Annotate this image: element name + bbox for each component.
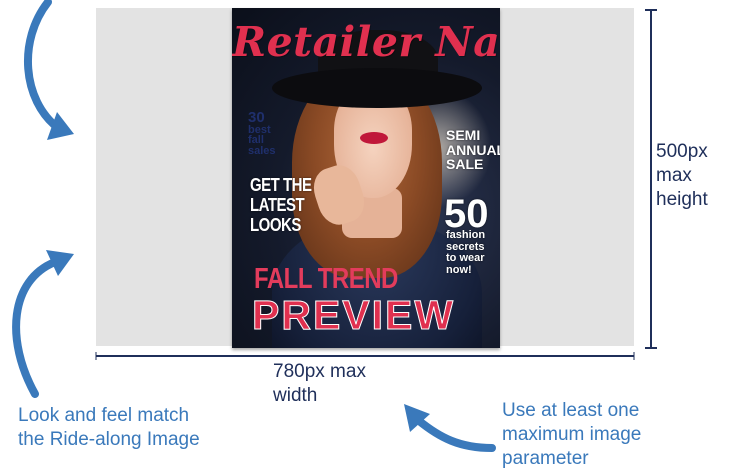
- arrow-bottom-right-icon: [404, 404, 496, 452]
- caption-right-line: Use at least one: [502, 400, 640, 421]
- caption-left-line: the Ride-along Image: [18, 428, 200, 450]
- height-label-line: 500px: [656, 141, 708, 162]
- height-label-line: max: [656, 164, 692, 186]
- caption-look-and-feel: Look and feel match the Ride-along Image: [18, 404, 200, 452]
- caption-max-parameter: Use at least one maximum image parameter: [502, 399, 722, 470]
- width-label-line: width: [273, 384, 318, 406]
- height-max-label: 500px max height: [656, 140, 736, 211]
- width-dimension-line: [95, 352, 635, 360]
- caption-right-line: parameter: [502, 447, 589, 469]
- arrow-top-left-icon: [23, 0, 74, 140]
- arrow-bottom-left-icon: [12, 250, 74, 398]
- caption-right-line: maximum image: [502, 423, 642, 445]
- caption-left-line: Look and feel match: [18, 405, 190, 426]
- height-label-line: height: [656, 188, 708, 210]
- width-label-line: 780px max: [273, 361, 366, 382]
- width-max-label: 780px max width: [273, 360, 366, 408]
